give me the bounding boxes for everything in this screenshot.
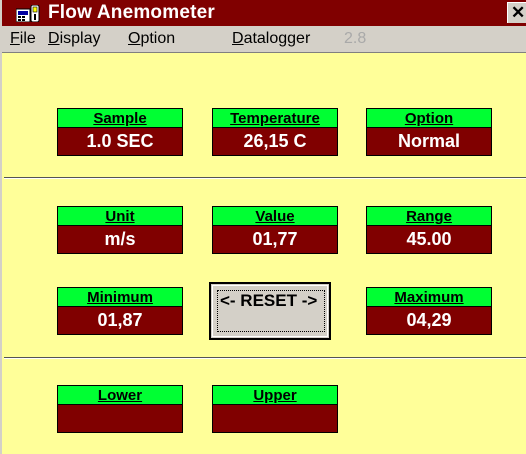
anemometer-app-icon[interactable] [16,5,40,22]
divider-top [4,177,526,179]
option-label: Option [366,108,492,128]
menu-bar: File Display Option Datalogger 2.8 [2,26,526,53]
unit-value: m/s [57,226,183,254]
unit-display: Unit m/s [57,206,183,254]
window-title: Flow Anemometer [48,2,215,23]
value-display: Value 01,77 [212,206,338,254]
lower-value [57,405,183,433]
lower-display: Lower [57,385,183,433]
option-value: Normal [366,128,492,156]
sample-display: Sample 1.0 SEC [57,108,183,156]
close-button[interactable]: ✕ [507,2,526,23]
temperature-label: Temperature [212,108,338,128]
menu-datalogger[interactable]: Datalogger [232,30,310,48]
menu-file[interactable]: File [10,30,36,48]
maximum-display: Maximum 04,29 [366,287,492,335]
upper-value [212,405,338,433]
sample-value: 1.0 SEC [57,128,183,156]
upper-label: Upper [212,385,338,405]
reset-button-label: <- RESET -> [217,290,325,332]
upper-display: Upper [212,385,338,433]
app-window: Flow Anemometer ✕ File Display Option Da… [0,0,526,454]
minimum-display: Minimum 01,87 [57,287,183,335]
version-label: 2.8 [344,30,367,47]
range-display: Range 45.00 [366,206,492,254]
lower-label: Lower [57,385,183,405]
minimum-value: 01,87 [57,307,183,335]
close-icon: ✕ [511,3,526,22]
maximum-label: Maximum [366,287,492,307]
range-label: Range [366,206,492,226]
title-bar[interactable]: Flow Anemometer ✕ [2,0,526,26]
menu-display[interactable]: Display [48,30,100,48]
menu-option[interactable]: Option [128,30,175,48]
unit-label: Unit [57,206,183,226]
sample-label: Sample [57,108,183,128]
temperature-value: 26,15 C [212,128,338,156]
temperature-display: Temperature 26,15 C [212,108,338,156]
range-value: 45.00 [366,226,492,254]
divider-bottom [4,357,526,359]
option-display: Option Normal [366,108,492,156]
minimum-label: Minimum [57,287,183,307]
maximum-value: 04,29 [366,307,492,335]
value-label: Value [212,206,338,226]
reset-button[interactable]: <- RESET -> [209,282,331,340]
value-value: 01,77 [212,226,338,254]
